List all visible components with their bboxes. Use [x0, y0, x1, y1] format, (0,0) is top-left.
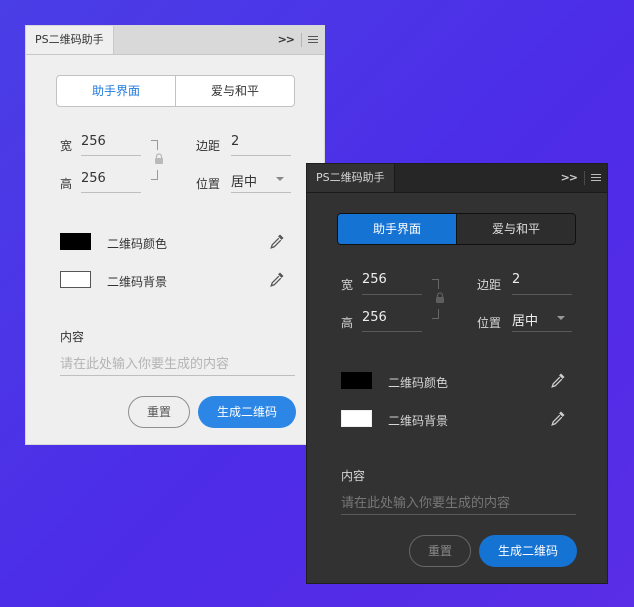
qr-background-swatch[interactable]	[60, 271, 91, 288]
chevron-down-icon[interactable]	[557, 316, 565, 320]
panel-tab-title[interactable]: PS二维码助手	[26, 26, 114, 54]
width-label: 宽	[60, 139, 73, 153]
tab-love-peace[interactable]: 爱与和平	[176, 76, 294, 106]
tab-helper-ui[interactable]: 助手界面	[57, 76, 176, 106]
chevron-down-icon[interactable]	[276, 177, 284, 181]
qr-helper-panel-dark: PS二维码助手 >> 助手界面 爱与和平 宽 256 高 256 边距 2 位置…	[306, 163, 608, 584]
margin-label: 边距	[477, 278, 502, 292]
tab-helper-ui[interactable]: 助手界面	[338, 214, 456, 244]
content-label: 内容	[60, 330, 85, 344]
position-select-underline	[512, 331, 572, 332]
position-select[interactable]: 居中	[512, 310, 538, 329]
eyedropper-icon[interactable]	[550, 410, 566, 426]
content-input[interactable]: 请在此处输入你要生成的内容	[341, 492, 510, 511]
margin-input[interactable]: 2	[231, 134, 239, 149]
margin-input-underline	[512, 294, 572, 295]
content-input-underline	[60, 375, 295, 376]
qr-color-label: 二维码颜色	[107, 237, 168, 251]
panel-menu-icon[interactable]	[591, 174, 601, 182]
divider	[301, 33, 302, 47]
tab-love-peace[interactable]: 爱与和平	[456, 214, 575, 244]
width-input-underline	[81, 155, 141, 156]
lock-icon[interactable]	[435, 292, 445, 304]
mode-segmented-control: 助手界面 爱与和平	[337, 213, 576, 245]
position-select[interactable]: 居中	[231, 171, 257, 190]
content-input[interactable]: 请在此处输入你要生成的内容	[60, 353, 229, 372]
qr-color-label: 二维码颜色	[388, 376, 449, 390]
height-input[interactable]: 256	[362, 310, 387, 325]
width-label: 宽	[341, 278, 354, 292]
position-label: 位置	[196, 177, 221, 191]
content-label: 内容	[341, 469, 366, 483]
height-input-underline	[362, 331, 422, 332]
height-input-underline	[81, 192, 141, 193]
qr-background-label: 二维码背景	[388, 414, 449, 428]
height-label: 高	[341, 316, 354, 330]
qr-background-swatch[interactable]	[341, 410, 372, 427]
expand-panel-icon[interactable]: >>	[561, 172, 578, 184]
mode-segmented-control: 助手界面 爱与和平	[56, 75, 295, 107]
position-select-underline	[231, 192, 291, 193]
content-input-underline	[341, 514, 576, 515]
panel-tab-title[interactable]: PS二维码助手	[307, 164, 395, 192]
width-input[interactable]: 256	[81, 134, 106, 149]
expand-panel-icon[interactable]: >>	[278, 34, 295, 46]
qr-color-swatch[interactable]	[341, 372, 372, 389]
margin-label: 边距	[196, 139, 221, 153]
aspect-link-top	[151, 140, 158, 150]
qr-background-label: 二维码背景	[107, 275, 168, 289]
height-input[interactable]: 256	[81, 171, 106, 186]
margin-input[interactable]: 2	[512, 272, 520, 287]
margin-input-underline	[231, 155, 291, 156]
panel-menu-icon[interactable]	[308, 36, 318, 44]
eyedropper-icon[interactable]	[550, 372, 566, 388]
eyedropper-icon[interactable]	[269, 233, 285, 249]
height-label: 高	[60, 177, 73, 191]
lock-icon[interactable]	[154, 153, 164, 165]
qr-color-swatch[interactable]	[60, 233, 91, 250]
aspect-link-bottom	[151, 170, 158, 180]
qr-helper-panel-light: PS二维码助手 >> 助手界面 爱与和平 宽 256 高 256 边距 2 位置…	[25, 25, 325, 445]
position-label: 位置	[477, 316, 502, 330]
panel-tab-bar: PS二维码助手 >>	[307, 164, 607, 193]
reset-button[interactable]: 重置	[409, 535, 471, 567]
aspect-link-top	[432, 279, 439, 289]
divider	[584, 171, 585, 185]
generate-qr-button[interactable]: 生成二维码	[198, 396, 296, 428]
reset-button[interactable]: 重置	[128, 396, 190, 428]
width-input-underline	[362, 294, 422, 295]
generate-qr-button[interactable]: 生成二维码	[479, 535, 577, 567]
panel-tab-bar: PS二维码助手 >>	[26, 26, 324, 55]
eyedropper-icon[interactable]	[269, 271, 285, 287]
width-input[interactable]: 256	[362, 272, 387, 287]
aspect-link-bottom	[432, 309, 439, 319]
